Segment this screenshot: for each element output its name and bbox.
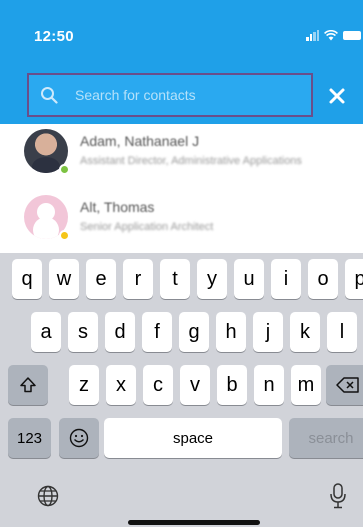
key-w[interactable]: w xyxy=(49,259,79,299)
signal-icon xyxy=(306,29,319,41)
app-header: 12:50 xyxy=(0,0,363,124)
backspace-key[interactable] xyxy=(326,365,363,405)
wifi-icon xyxy=(324,29,338,40)
search-icon xyxy=(41,87,58,104)
key-z[interactable]: z xyxy=(69,365,99,405)
key-q[interactable]: q xyxy=(12,259,42,299)
contact-name: Adam, Nathanael J xyxy=(80,133,200,149)
on-screen-keyboard: qwertyuiop asdfghjkl zxcvbnm 123 space s… xyxy=(0,253,363,527)
presence-indicator xyxy=(59,230,70,241)
key-h[interactable]: h xyxy=(216,312,246,352)
contact-name: Alt, Thomas xyxy=(80,199,155,215)
search-key[interactable]: search xyxy=(289,418,363,458)
status-time: 12:50 xyxy=(34,28,74,45)
key-n[interactable]: n xyxy=(254,365,284,405)
key-a[interactable]: a xyxy=(31,312,61,352)
key-s[interactable]: s xyxy=(68,312,98,352)
shift-icon xyxy=(20,377,36,393)
battery-icon xyxy=(343,30,361,40)
key-f[interactable]: f xyxy=(142,312,172,352)
key-b[interactable]: b xyxy=(217,365,247,405)
key-r[interactable]: r xyxy=(123,259,153,299)
key-y[interactable]: y xyxy=(197,259,227,299)
globe-icon[interactable] xyxy=(37,485,59,507)
key-d[interactable]: d xyxy=(105,312,135,352)
presence-indicator xyxy=(59,164,70,175)
key-e[interactable]: e xyxy=(86,259,116,299)
numbers-key[interactable]: 123 xyxy=(8,418,51,458)
key-c[interactable]: c xyxy=(143,365,173,405)
key-p[interactable]: p xyxy=(345,259,363,299)
contact-list-item[interactable]: Adam, Nathanael J Assistant Director, Ad… xyxy=(0,124,363,192)
key-t[interactable]: t xyxy=(160,259,190,299)
contact-title: Senior Application Architect xyxy=(80,221,214,233)
close-icon[interactable] xyxy=(325,84,349,108)
key-k[interactable]: k xyxy=(290,312,320,352)
home-indicator xyxy=(128,520,260,525)
search-input[interactable] xyxy=(75,75,307,115)
key-l[interactable]: l xyxy=(327,312,357,352)
key-m[interactable]: m xyxy=(291,365,321,405)
status-icons xyxy=(306,28,361,42)
key-i[interactable]: i xyxy=(271,259,301,299)
key-x[interactable]: x xyxy=(106,365,136,405)
key-g[interactable]: g xyxy=(179,312,209,352)
space-key[interactable]: space xyxy=(104,418,282,458)
search-bar[interactable] xyxy=(27,73,313,117)
shift-key[interactable] xyxy=(8,365,48,405)
key-v[interactable]: v xyxy=(180,365,210,405)
key-j[interactable]: j xyxy=(253,312,283,352)
contact-list-item[interactable]: Alt, Thomas Senior Application Architect xyxy=(0,190,363,258)
emoji-icon xyxy=(69,428,89,448)
key-u[interactable]: u xyxy=(234,259,264,299)
emoji-key[interactable] xyxy=(59,418,99,458)
microphone-icon[interactable] xyxy=(329,483,347,509)
key-o[interactable]: o xyxy=(308,259,338,299)
backspace-icon xyxy=(336,377,359,393)
contact-title: Assistant Director, Administrative Appli… xyxy=(80,155,302,167)
